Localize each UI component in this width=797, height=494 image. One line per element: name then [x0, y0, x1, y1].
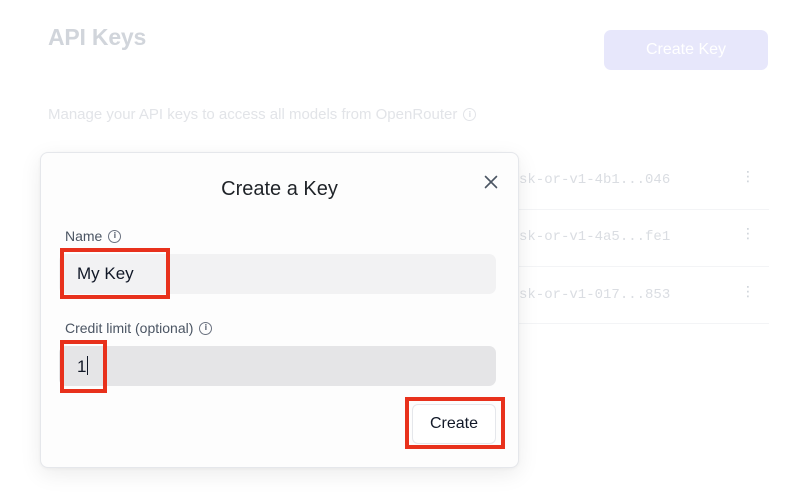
info-icon[interactable]: i [463, 108, 477, 121]
name-input[interactable]: My Key [59, 254, 496, 294]
close-button[interactable] [481, 172, 501, 192]
api-key-row[interactable]: sk-or-v1-4a5...fe1 ⋮ [519, 227, 769, 249]
api-key-masked: sk-or-v1-017...853 [519, 287, 671, 303]
name-label-text: Name [65, 228, 103, 244]
credit-limit-input-value: 1 [77, 356, 89, 376]
kebab-menu-icon[interactable]: ⋮ [741, 285, 755, 299]
create-button[interactable]: Create [412, 404, 496, 444]
name-label: Name i [65, 228, 122, 244]
kebab-menu-icon[interactable]: ⋮ [741, 227, 755, 241]
text-caret [87, 356, 89, 375]
credit-limit-label-text: Credit limit (optional) [65, 320, 194, 336]
page-description: Manage your API keys to access all model… [48, 106, 477, 123]
page-title: API Keys [48, 24, 147, 50]
api-key-masked: sk-or-v1-4b1...046 [519, 172, 671, 188]
create-key-dialog: Create a Key Name i My Key Credit limit … [40, 152, 519, 468]
credit-limit-input[interactable]: 1 [59, 346, 496, 386]
row-divider [519, 209, 769, 210]
page-description-text: Manage your API keys to access all model… [48, 106, 458, 123]
row-divider [519, 266, 769, 267]
api-key-masked: sk-or-v1-4a5...fe1 [519, 229, 671, 245]
api-key-row[interactable]: sk-or-v1-4b1...046 ⋮ [519, 170, 769, 192]
row-divider [519, 323, 769, 324]
api-key-row[interactable]: sk-or-v1-017...853 ⋮ [519, 285, 769, 307]
create-key-button[interactable]: Create Key [604, 30, 768, 70]
credit-limit-label: Credit limit (optional) i [65, 320, 213, 336]
kebab-menu-icon[interactable]: ⋮ [741, 170, 755, 184]
dialog-title: Create a Key [221, 178, 338, 200]
name-input-value: My Key [77, 264, 134, 283]
close-icon [484, 175, 498, 189]
info-icon[interactable]: i [199, 321, 213, 335]
info-icon[interactable]: i [108, 229, 122, 243]
